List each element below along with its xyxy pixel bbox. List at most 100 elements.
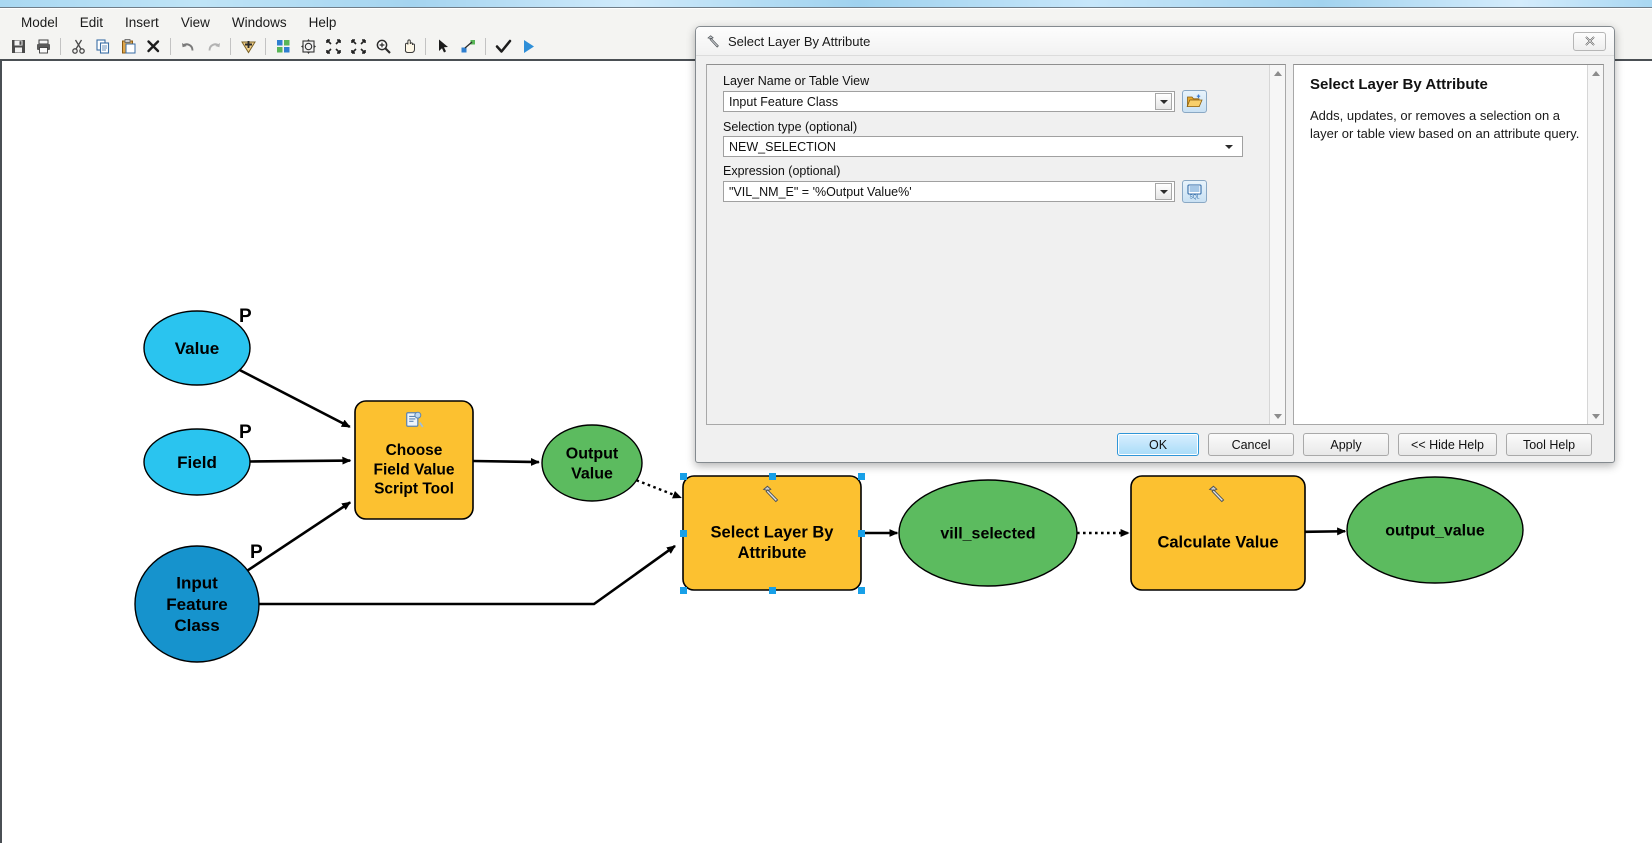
menu-item-edit[interactable]: Edit xyxy=(69,13,114,32)
row-expression: "VIL_NM_E" = '%Output Value%' SQL xyxy=(723,180,1285,203)
desktop-background-strip xyxy=(0,0,1652,8)
full-extent-icon[interactable] xyxy=(296,36,320,58)
script-icon xyxy=(403,409,427,433)
connection-calc_value-to-output_value2[interactable] xyxy=(1304,527,1347,536)
add-data-icon[interactable] xyxy=(236,36,260,58)
tool-help-button[interactable]: Tool Help xyxy=(1506,433,1592,456)
cut-icon[interactable] xyxy=(66,36,90,58)
svg-text:SQL: SQL xyxy=(1189,195,1199,200)
toolbar-separator xyxy=(425,38,426,55)
ok-button[interactable]: OK xyxy=(1117,433,1200,456)
close-icon[interactable] xyxy=(1573,31,1606,51)
toolbar-separator xyxy=(60,38,61,55)
selection-handle[interactable] xyxy=(769,587,776,594)
zoom-in-icon[interactable] xyxy=(346,36,370,58)
zoom-tool-icon[interactable] xyxy=(371,36,395,58)
zoom-out-icon[interactable] xyxy=(321,36,345,58)
selection-handle[interactable] xyxy=(680,473,687,480)
connection-input_fc-to-script_tool[interactable] xyxy=(246,501,351,572)
dialog-title-bar[interactable]: Select Layer By Attribute xyxy=(696,27,1614,56)
connection-field-to-script_tool[interactable] xyxy=(249,456,352,465)
input-expression[interactable]: "VIL_NM_E" = '%Output Value%' xyxy=(723,181,1175,202)
help-panel: Select Layer By Attribute Adds, updates,… xyxy=(1293,64,1604,425)
menu-item-windows[interactable]: Windows xyxy=(221,13,298,32)
selection-handle[interactable] xyxy=(769,473,776,480)
selection-handle[interactable] xyxy=(858,473,865,480)
selection-handle[interactable] xyxy=(858,530,865,537)
node-label-output_value: Value xyxy=(571,465,613,482)
chevron-down-glyph xyxy=(1225,144,1233,149)
model-node-output_value2[interactable]: output_value xyxy=(1346,476,1524,584)
value-selection-type: NEW_SELECTION xyxy=(729,139,836,154)
scroll-up-icon[interactable] xyxy=(1270,65,1285,81)
select-layer-by-attribute-dialog[interactable]: Select Layer By Attribute Layer Name or … xyxy=(695,26,1615,463)
auto-layout-icon[interactable] xyxy=(271,36,295,58)
connection-output_value-to-select_layer[interactable] xyxy=(636,479,682,499)
input-layer-name-or-table-view[interactable]: Input Feature Class xyxy=(723,91,1175,112)
node-label-select_layer: Attribute xyxy=(738,544,807,562)
scroll-up-icon[interactable] xyxy=(1588,65,1603,81)
chevron-down-icon[interactable] xyxy=(1220,144,1238,149)
paste-icon[interactable] xyxy=(116,36,140,58)
chevron-down-icon[interactable] xyxy=(1155,183,1172,200)
apply-button[interactable]: Apply xyxy=(1303,433,1390,456)
parameter-marker-field: P xyxy=(239,422,252,443)
scroll-down-icon[interactable] xyxy=(1270,408,1285,424)
undo-icon[interactable] xyxy=(176,36,200,58)
node-label-input_fc: Class xyxy=(174,616,219,635)
connection-input_fc-to-select_layer[interactable] xyxy=(255,544,676,606)
toolbar-separator xyxy=(170,38,171,55)
parameter-fields-host: Layer Name or Table View Input Feature Cl… xyxy=(723,74,1285,203)
help-body-text: Adds, updates, or removes a selection on… xyxy=(1310,108,1580,141)
toolbar-separator xyxy=(485,38,486,55)
selection-handle[interactable] xyxy=(680,587,687,594)
value-layer-name-or-table-view: Input Feature Class xyxy=(729,94,839,109)
hammer-icon xyxy=(761,484,785,508)
selection-handle[interactable] xyxy=(858,587,865,594)
validate-check-icon[interactable] xyxy=(491,36,515,58)
model-node-value[interactable]: Value P xyxy=(143,306,252,386)
node-label-script_tool: Choose xyxy=(386,442,443,459)
model-node-output_value[interactable]: Output Value xyxy=(541,424,643,502)
dialog-body: Layer Name or Table View Input Feature Cl… xyxy=(696,56,1614,429)
select-arrow-icon[interactable] xyxy=(431,36,455,58)
connect-icon[interactable] xyxy=(456,36,480,58)
label-layer-name-or-table-view: Layer Name or Table View xyxy=(723,74,870,88)
cancel-button[interactable]: Cancel xyxy=(1208,433,1295,456)
model-node-calc_value[interactable]: Calculate Value xyxy=(1130,475,1306,591)
chevron-down-icon[interactable] xyxy=(1155,93,1172,110)
row-layer-name-or-table-view: Input Feature Class xyxy=(723,90,1285,113)
node-label-vill_selected: vill_selected xyxy=(940,525,1035,542)
toolbar-separator xyxy=(265,38,266,55)
model-node-script_tool[interactable]: Choose Field Value Script Tool xyxy=(354,400,474,520)
input-selection-type[interactable]: NEW_SELECTION xyxy=(723,136,1243,157)
menu-item-insert[interactable]: Insert xyxy=(114,13,170,32)
menu-item-model[interactable]: Model xyxy=(10,13,69,32)
selection-handle[interactable] xyxy=(680,530,687,537)
menu-item-help[interactable]: Help xyxy=(298,13,348,32)
model-node-vill_selected[interactable]: vill_selected xyxy=(898,479,1078,587)
hide-help-button[interactable]: << Hide Help xyxy=(1398,433,1497,456)
node-label-output_value2: output_value xyxy=(1385,522,1485,539)
connection-script_tool-to-output_value[interactable] xyxy=(472,457,540,466)
connection-value-to-script_tool[interactable] xyxy=(239,368,351,429)
open-folder-icon[interactable] xyxy=(1182,90,1207,113)
help-scrollbar[interactable] xyxy=(1587,65,1603,424)
model-node-field[interactable]: Field P xyxy=(143,422,252,496)
menu-item-view[interactable]: View xyxy=(170,13,221,32)
redo-icon[interactable] xyxy=(201,36,225,58)
model-node-select_layer[interactable]: Select Layer By Attribute xyxy=(680,473,865,594)
save-icon[interactable] xyxy=(6,36,30,58)
run-icon[interactable] xyxy=(516,36,540,58)
row-selection-type: NEW_SELECTION xyxy=(723,136,1285,157)
parameters-scrollbar[interactable] xyxy=(1269,65,1285,424)
print-icon[interactable] xyxy=(31,36,55,58)
model-node-input_fc[interactable]: Input Feature Class P xyxy=(134,542,263,663)
sql-icon[interactable]: SQL xyxy=(1182,180,1207,203)
delete-icon[interactable] xyxy=(141,36,165,58)
copy-icon[interactable] xyxy=(91,36,115,58)
pan-icon[interactable] xyxy=(396,36,420,58)
node-label-input_fc: Feature xyxy=(166,595,227,614)
node-label-input_fc: Input xyxy=(176,574,218,593)
scroll-down-icon[interactable] xyxy=(1588,408,1603,424)
